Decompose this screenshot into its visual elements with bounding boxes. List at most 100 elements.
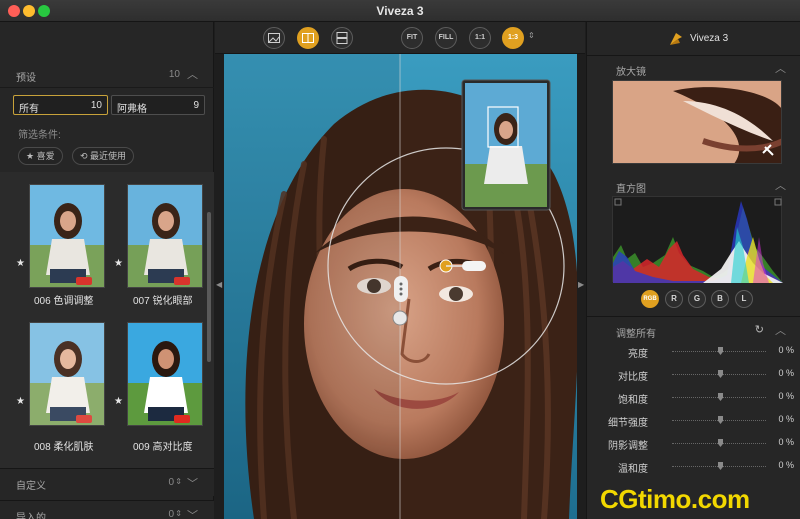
favorite-star-icon[interactable]: ★ <box>16 258 25 269</box>
loupe-image <box>613 81 781 163</box>
preset-scrollbar[interactable] <box>207 212 211 362</box>
slider-label: 对比度 <box>618 372 648 383</box>
slider-handle[interactable] <box>718 439 723 447</box>
preset-thumbnail[interactable] <box>29 322 105 426</box>
collapse-right-arrow-icon[interactable]: ▶ <box>578 280 584 289</box>
split-image-icon <box>302 33 314 43</box>
chevron-up-icon[interactable]: ︿ <box>775 60 786 76</box>
slider-label: 阴影调整 <box>608 441 648 452</box>
zoom-fill-button[interactable]: FILL <box>435 27 457 49</box>
preset-caption: 006 色调调整 <box>34 296 94 307</box>
slider-value: 0 % <box>778 414 794 424</box>
chevron-down-icon[interactable]: ﹀ <box>187 475 198 491</box>
preset-filter-label: 阿弗格 <box>117 104 147 115</box>
sort-updown-icon[interactable]: ⇕ <box>175 509 182 518</box>
brand-name: Viveza 3 <box>690 33 729 44</box>
favorites-filter-chip[interactable]: ★ 喜爱 <box>18 147 63 165</box>
title-bar: Viveza 3 <box>0 0 800 22</box>
slider-handle[interactable] <box>718 393 723 401</box>
adjust-all-header[interactable]: 调整所有 ↻ ︿ <box>586 320 800 340</box>
window-title: Viveza 3 <box>376 4 424 18</box>
split-view-button[interactable] <box>297 27 319 49</box>
stacked-images-icon <box>336 32 348 44</box>
chevron-down-icon[interactable]: ﹀ <box>187 507 198 519</box>
slider-label: 亮度 <box>628 349 648 360</box>
portrait-thumbnail-image <box>128 185 202 287</box>
custom-presets-header[interactable]: 自定义 0 ⇕ ﹀ <box>0 468 214 496</box>
channel-l-button[interactable]: L <box>735 290 753 308</box>
imported-presets-title: 导入的 <box>16 513 46 519</box>
custom-presets-title: 自定义 <box>16 481 46 492</box>
divider <box>586 316 800 317</box>
channel-r-button[interactable]: R <box>665 290 683 308</box>
histogram-header[interactable]: 直方图 ︿ <box>586 175 800 195</box>
zoom-1-3-button[interactable]: 1:3 <box>502 27 524 49</box>
image-icon <box>268 33 280 43</box>
custom-presets-count: 0 <box>168 477 174 488</box>
imported-presets-header[interactable]: 导入的 0 ⇕ ﹀ <box>0 500 214 519</box>
slider-label: 饱和度 <box>618 395 648 406</box>
channel-g-button[interactable]: G <box>688 290 706 308</box>
portrait-thumbnail-image <box>128 323 202 425</box>
viveza-logo-icon <box>670 33 682 45</box>
histogram-title: 直方图 <box>616 184 646 195</box>
shadow-adjust-slider[interactable]: 阴影调整 0 % <box>586 433 800 455</box>
favorite-star-icon[interactable]: ★ <box>16 396 25 407</box>
zoom-1-1-button[interactable]: 1:1 <box>469 27 491 49</box>
preset-thumbnail[interactable] <box>29 184 105 288</box>
adjust-all-title: 调整所有 <box>616 329 656 340</box>
reset-icon[interactable]: ↻ <box>755 323 764 336</box>
preset-filter-afge[interactable]: 阿弗格 9 <box>111 95 205 115</box>
chevron-up-icon[interactable]: ︿ <box>775 177 786 193</box>
chevron-up-icon[interactable]: ︿ <box>187 66 198 82</box>
presets-header[interactable]: 预设 10 ︿ <box>0 60 214 88</box>
channel-b-button[interactable]: B <box>711 290 729 308</box>
brightness-slider[interactable]: 亮度 0 % <box>586 341 800 363</box>
chevron-up-icon[interactable]: ︿ <box>775 322 786 338</box>
presets-panel: 预设 10 ︿ 所有 10 阿弗格 9 筛选条件: ★ 喜爱 ⟲ 最近使用 ★ … <box>0 22 214 519</box>
preset-filter-count: 10 <box>90 100 102 111</box>
loupe-title: 放大镜 <box>616 67 646 78</box>
warmth-slider[interactable]: 温和度 0 % <box>586 456 800 478</box>
preset-filter-all[interactable]: 所有 10 <box>13 95 108 115</box>
side-by-side-view-button[interactable] <box>331 27 353 49</box>
preset-thumbnail[interactable] <box>127 184 203 288</box>
histogram-chart <box>612 196 783 283</box>
preset-thumbnail[interactable] <box>127 322 203 426</box>
structure-slider[interactable]: 细节强度 0 % <box>586 410 800 432</box>
collapse-left-arrow-icon[interactable]: ◀ <box>216 280 222 289</box>
zoom-stepper-icon[interactable]: ⇕ <box>528 31 535 40</box>
preset-thumbnail-grid: ★ 006 色调调整 ★ 007 锐化眼部 ★ 008 柔化肌肤 ★ 009 高… <box>0 172 214 482</box>
filter-label: 筛选条件: <box>18 130 61 141</box>
slider-handle[interactable] <box>718 347 723 355</box>
slider-value: 0 % <box>778 437 794 447</box>
recent-filter-chip[interactable]: ⟲ 最近使用 <box>72 147 135 165</box>
slider-value: 0 % <box>778 391 794 401</box>
contrast-slider[interactable]: 对比度 0 % <box>586 364 800 386</box>
brand-header: Viveza 3 <box>586 22 800 56</box>
preset-caption: 009 高对比度 <box>133 442 193 453</box>
slider-handle[interactable] <box>718 370 723 378</box>
loupe-header[interactable]: 放大镜 ︿ <box>586 58 800 78</box>
slider-value: 0 % <box>778 345 794 355</box>
presets-count: 10 <box>168 69 180 80</box>
histogram-graphic <box>613 198 783 283</box>
sort-updown-icon[interactable]: ⇕ <box>175 477 182 486</box>
saturation-slider[interactable]: 饱和度 0 % <box>586 387 800 409</box>
image-canvas[interactable] <box>224 54 577 519</box>
favorite-star-icon[interactable]: ★ <box>114 258 123 269</box>
slider-value: 0 % <box>778 460 794 470</box>
preset-caption: 007 锐化眼部 <box>133 296 193 307</box>
slider-label: 温和度 <box>618 464 648 475</box>
slider-handle[interactable] <box>718 462 723 470</box>
presets-title: 预设 <box>16 73 36 84</box>
slider-handle[interactable] <box>718 416 723 424</box>
favorite-star-icon[interactable]: ★ <box>114 396 123 407</box>
loupe-view[interactable] <box>612 80 782 164</box>
channel-rgb-button[interactable]: RGB <box>641 290 659 308</box>
zoom-fit-button[interactable]: FIT <box>401 27 423 49</box>
single-view-button[interactable] <box>263 27 285 49</box>
portrait-thumbnail-image <box>30 323 104 425</box>
watermark: CGtimo.com <box>600 484 750 514</box>
slider-value: 0 % <box>778 368 794 378</box>
